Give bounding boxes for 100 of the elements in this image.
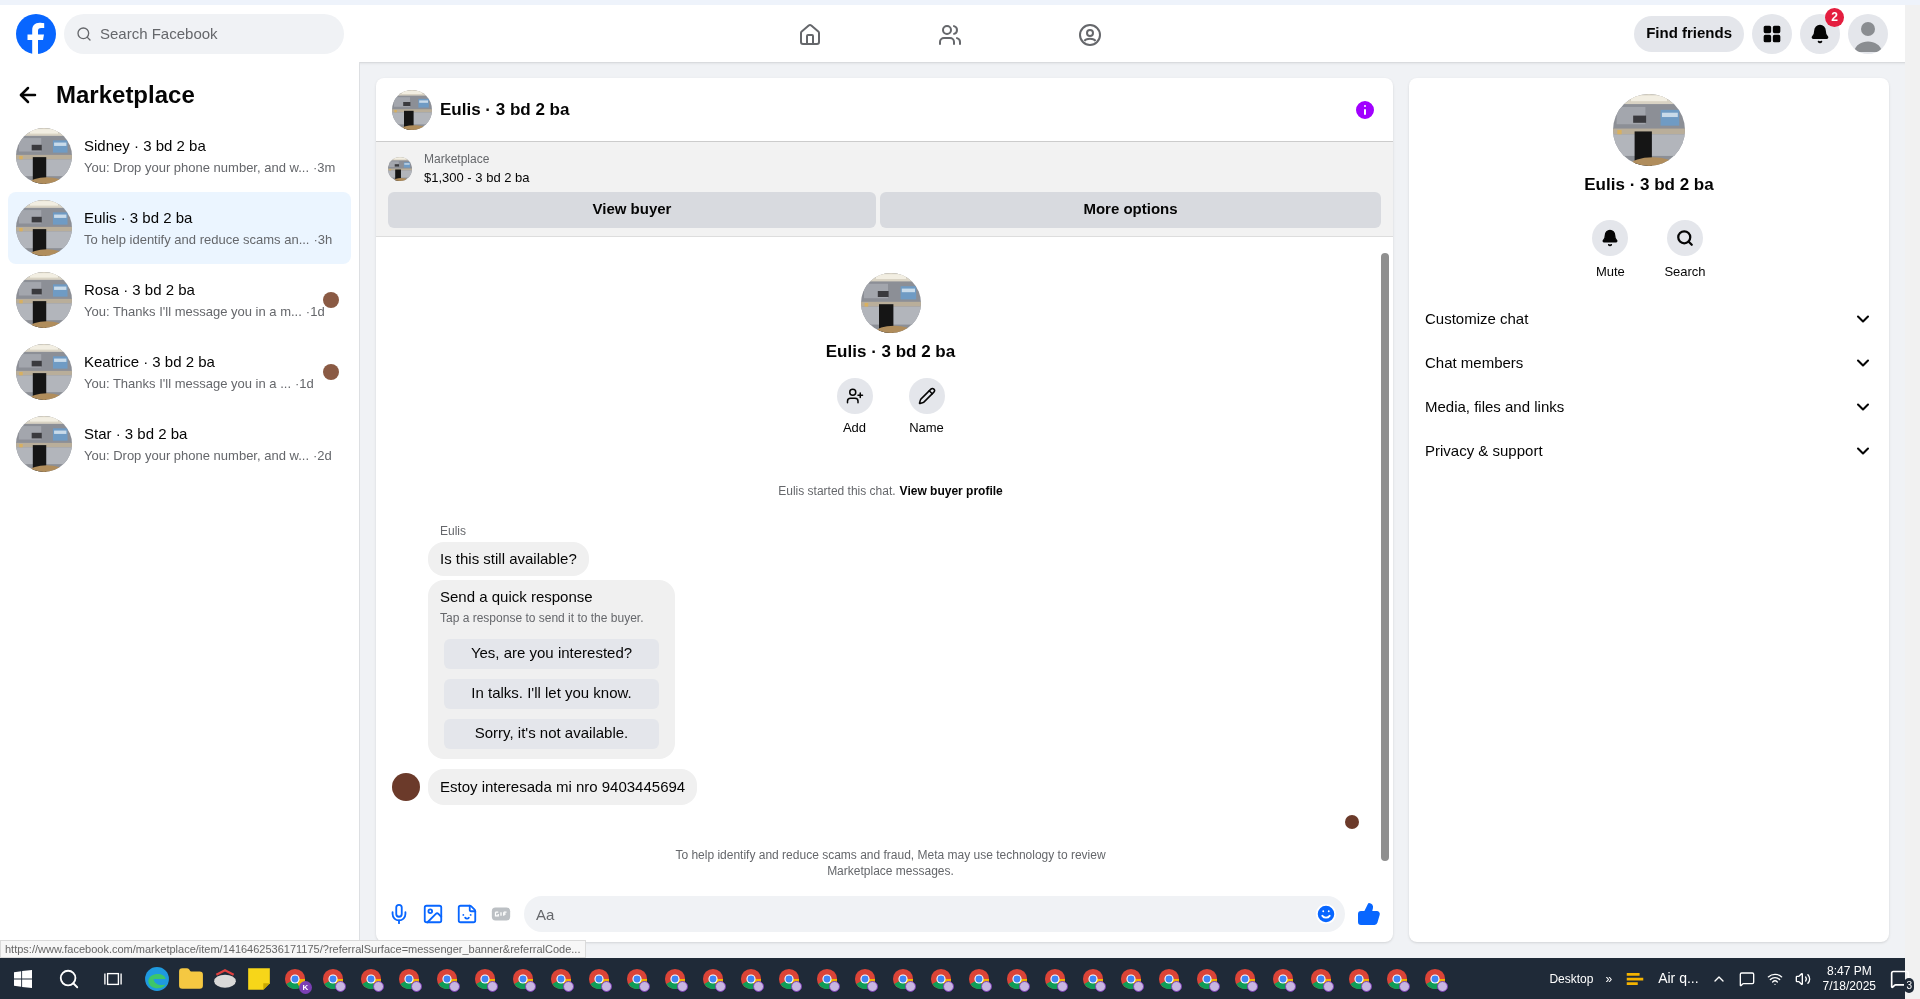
profile-badge-icon bbox=[981, 980, 992, 992]
profile-badge-icon bbox=[829, 980, 840, 992]
details-section[interactable]: Media, files and links bbox=[1425, 385, 1873, 429]
profile-badge: K bbox=[299, 980, 312, 994]
clock-date[interactable]: 7/18/2025 bbox=[1822, 978, 1876, 994]
quick-reply-button[interactable]: Yes, are you interested? bbox=[444, 638, 659, 669]
conversation-preview: You: Drop your phone number, and w... bbox=[84, 158, 309, 177]
sticky-notes-icon[interactable] bbox=[246, 965, 272, 992]
scam-notice: To help identify and reduce scams and fraud, Meta may use technology to review Marketplace messages. bbox=[674, 847, 1107, 879]
quick-reply-button[interactable]: In talks. I'll let you know. bbox=[444, 678, 659, 709]
grid-icon bbox=[1762, 23, 1782, 44]
profile-badge-icon bbox=[1285, 980, 1296, 992]
like-icon[interactable] bbox=[1357, 902, 1381, 926]
search-icon bbox=[76, 25, 92, 42]
status-url: https://www.facebook.com/marketplace/item/1416462536171175/?referralSurface=messenger_banner&referralCode... bbox=[0, 939, 586, 958]
menu-button[interactable] bbox=[1752, 13, 1792, 54]
listing-action-button[interactable]: More options bbox=[880, 191, 1381, 228]
chat-started-text: Eulis started this chat. bbox=[778, 482, 896, 500]
find-friends-button[interactable]: Find friends bbox=[1634, 15, 1744, 52]
emoji-icon[interactable] bbox=[1315, 903, 1337, 925]
conversation-title: Keatrice · 3 bd 2 ba bbox=[84, 352, 216, 372]
conversation-title: Rosa · 3 bd 2 ba bbox=[84, 280, 196, 300]
profile-badge-icon bbox=[1361, 980, 1372, 992]
profile-badge-icon bbox=[1171, 980, 1182, 992]
volume-icon[interactable] bbox=[1794, 970, 1811, 987]
conversation-preview: You: Drop your phone number, and w... bbox=[84, 446, 309, 465]
search-icon bbox=[1676, 228, 1694, 247]
conversation-preview: You: Thanks I'll message you in a m... bbox=[84, 302, 302, 321]
profile-badge-icon bbox=[411, 980, 422, 992]
conversation-item[interactable]: Star · 3 bd 2 ba You: Drop your phone number, and w... ·2d bbox=[8, 408, 351, 480]
bell-icon bbox=[1601, 228, 1620, 247]
groups-icon[interactable] bbox=[1078, 23, 1102, 47]
listing-label: Marketplace bbox=[424, 151, 491, 168]
browser-scrollbar[interactable] bbox=[1905, 5, 1920, 999]
conversation-time: ·3h bbox=[313, 230, 333, 249]
profile-badge-icon bbox=[1247, 980, 1258, 992]
toolbar-overflow[interactable]: » bbox=[1605, 969, 1613, 988]
conversation-item[interactable]: Sidney · 3 bd 2 ba You: Drop your phone number, and w... ·3m bbox=[8, 120, 351, 192]
conversation-time: ·1d bbox=[305, 302, 325, 321]
add-person-icon bbox=[845, 387, 864, 405]
search-field[interactable]: Search Facebook bbox=[64, 13, 344, 54]
clock-time[interactable]: 8:47 PM bbox=[1826, 963, 1872, 979]
profile-badge-icon bbox=[1057, 980, 1068, 992]
friends-icon[interactable] bbox=[938, 23, 962, 47]
profile-badge-icon bbox=[487, 980, 498, 992]
profile-badge-icon bbox=[1095, 980, 1106, 992]
quick-response-hint: Tap a response to send it to the buyer. bbox=[440, 609, 645, 627]
conversation-time: ·3m bbox=[313, 158, 336, 177]
conversation-title: Star · 3 bd 2 ba bbox=[84, 424, 189, 444]
quick-reply-button[interactable]: Sorry, it's not available. bbox=[444, 718, 659, 749]
image-icon[interactable] bbox=[422, 903, 444, 925]
profile-badge-icon bbox=[677, 980, 688, 992]
listing-action-button[interactable]: View buyer bbox=[388, 191, 876, 228]
details-name: Eulis · 3 bd 2 ba bbox=[1584, 174, 1714, 196]
profile-badge-icon bbox=[1437, 980, 1448, 992]
profile-badge-icon bbox=[943, 980, 954, 992]
notification-badge: 2 bbox=[1825, 7, 1844, 27]
details-section[interactable]: Privacy & support bbox=[1425, 429, 1873, 473]
view-buyer-profile-link[interactable]: View buyer profile bbox=[899, 481, 1003, 500]
profile-badge-icon bbox=[791, 980, 802, 992]
conversation-item[interactable]: Keatrice · 3 bd 2 ba You: Thanks I'll message you in a ... ·1d bbox=[8, 336, 351, 408]
profile-badge-icon bbox=[753, 980, 764, 992]
profile-badge-icon bbox=[563, 980, 574, 992]
profile-badge-icon bbox=[1323, 980, 1334, 992]
search-icon[interactable] bbox=[58, 967, 80, 990]
profile-badge-icon bbox=[525, 980, 536, 992]
conversation-preview: To help identify and reduce scams an... bbox=[84, 230, 310, 249]
facebook-logo[interactable] bbox=[16, 13, 56, 54]
account-button[interactable] bbox=[1848, 13, 1888, 54]
conversation-item[interactable]: Rosa · 3 bd 2 ba You: Thanks I'll message you in a m... ·1d bbox=[8, 264, 351, 336]
message-bubble: Estoy interesada mi nro 9403445694 bbox=[428, 768, 698, 805]
profile-badge-icon bbox=[1209, 980, 1220, 992]
bell-icon bbox=[1810, 23, 1830, 44]
profile-badge-icon bbox=[1019, 980, 1030, 992]
folder-icon[interactable] bbox=[178, 965, 204, 992]
windows-start-icon[interactable] bbox=[14, 969, 32, 988]
profile-badge-icon bbox=[1133, 980, 1144, 992]
details-section[interactable]: Chat members bbox=[1425, 341, 1873, 385]
sidebar-title: Marketplace bbox=[56, 80, 195, 110]
message-bubble: Is this still available? bbox=[428, 541, 589, 576]
profile-badge-icon bbox=[601, 980, 612, 992]
pencil-icon bbox=[917, 387, 936, 405]
chat-title: Eulis · 3 bd 2 ba bbox=[440, 98, 570, 121]
details-section[interactable]: Customize chat bbox=[1425, 297, 1873, 341]
sticker-icon[interactable] bbox=[456, 903, 478, 925]
conversation-item[interactable]: Eulis · 3 bd 2 ba To help identify and reduce scams an... ·3h bbox=[8, 192, 351, 264]
profile-badge-icon bbox=[1399, 980, 1410, 992]
profile-badge-icon bbox=[867, 980, 878, 992]
notifications-button[interactable] bbox=[1800, 13, 1840, 54]
chat-icon[interactable] bbox=[1738, 970, 1755, 987]
home-icon[interactable] bbox=[798, 23, 822, 47]
profile-badge-icon bbox=[373, 980, 384, 992]
edge-icon[interactable] bbox=[144, 965, 170, 992]
conversation-preview: You: Thanks I'll message you in a ... bbox=[84, 374, 291, 393]
profile-badge-icon bbox=[905, 980, 916, 992]
taskbar-desktop-label[interactable]: Desktop bbox=[1549, 969, 1594, 988]
message-field[interactable]: Aa bbox=[524, 896, 1345, 932]
weather-text[interactable]: Air q... bbox=[1658, 968, 1699, 989]
profile-badge-icon bbox=[715, 980, 726, 992]
listing-price: $1,300 - 3 bd 2 ba bbox=[424, 169, 530, 187]
